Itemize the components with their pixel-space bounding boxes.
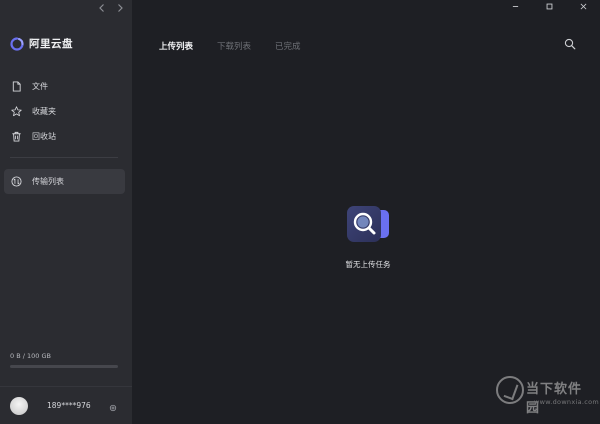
app-name: 阿里云盘 bbox=[29, 38, 73, 50]
gear-icon[interactable] bbox=[109, 404, 117, 412]
storage-bar bbox=[10, 365, 118, 368]
watermark-logo-icon bbox=[496, 376, 524, 404]
main-panel: 上传列表 下载列表 已完成 暂无上传任务 当下软件园 www.downxia.c… bbox=[132, 0, 600, 424]
window-controls bbox=[498, 0, 600, 12]
tab-download-list[interactable]: 下载列表 bbox=[217, 40, 251, 52]
tab-upload-list[interactable]: 上传列表 bbox=[159, 40, 193, 52]
star-icon bbox=[11, 106, 22, 117]
sidebar-item-recycle-bin[interactable]: 回收站 bbox=[4, 124, 125, 149]
minimize-button[interactable] bbox=[498, 0, 532, 12]
empty-state: 暂无上传任务 bbox=[332, 205, 404, 270]
brand: 阿里云盘 bbox=[10, 36, 73, 51]
username: 189****976 bbox=[47, 401, 91, 410]
sidebar-menu: 文件 收藏夹 回收站 bbox=[4, 74, 125, 149]
transfer-tabs: 上传列表 下载列表 已完成 bbox=[159, 40, 301, 52]
chevron-right-icon[interactable] bbox=[114, 3, 126, 15]
magnifier-folder-icon bbox=[347, 206, 389, 242]
sidebar-item-files[interactable]: 文件 bbox=[4, 74, 125, 99]
watermark-title: 当下软件园 bbox=[526, 382, 583, 416]
close-button[interactable] bbox=[566, 0, 600, 12]
close-icon bbox=[580, 3, 586, 9]
storage-usage: 0 B / 100 GB bbox=[10, 352, 118, 368]
user-section: 189****976 bbox=[0, 386, 132, 424]
avatar[interactable] bbox=[10, 396, 28, 415]
empty-state-text: 暂无上传任务 bbox=[345, 260, 391, 269]
sidebar-item-label: 回收站 bbox=[32, 132, 56, 141]
sidebar-item-label: 传输列表 bbox=[32, 177, 64, 186]
sidebar-item-favorites[interactable]: 收藏夹 bbox=[4, 99, 125, 124]
sidebar-divider bbox=[10, 157, 118, 158]
file-icon bbox=[12, 81, 21, 92]
watermark-url: www.downxia.com bbox=[534, 398, 600, 406]
maximize-button[interactable] bbox=[532, 0, 566, 12]
storage-text: 0 B / 100 GB bbox=[10, 352, 51, 360]
maximize-icon bbox=[546, 3, 552, 9]
trash-icon bbox=[12, 131, 21, 142]
tab-completed[interactable]: 已完成 bbox=[275, 40, 301, 52]
cloud-ring-icon bbox=[10, 36, 24, 51]
watermark: 当下软件园 www.downxia.com bbox=[496, 374, 599, 416]
history-nav bbox=[96, 3, 126, 15]
sidebar-item-label: 文件 bbox=[32, 82, 48, 91]
search-icon[interactable] bbox=[564, 38, 576, 50]
chevron-left-icon[interactable] bbox=[96, 3, 108, 15]
minimize-icon bbox=[512, 5, 518, 7]
transfer-icon bbox=[11, 176, 22, 187]
sidebar-item-transfer-list[interactable]: 传输列表 bbox=[4, 169, 125, 194]
sidebar: 阿里云盘 文件 收藏夹 回收站 传输列表 0 B / 100 GB 189***… bbox=[0, 0, 132, 424]
sidebar-item-label: 收藏夹 bbox=[32, 107, 56, 116]
